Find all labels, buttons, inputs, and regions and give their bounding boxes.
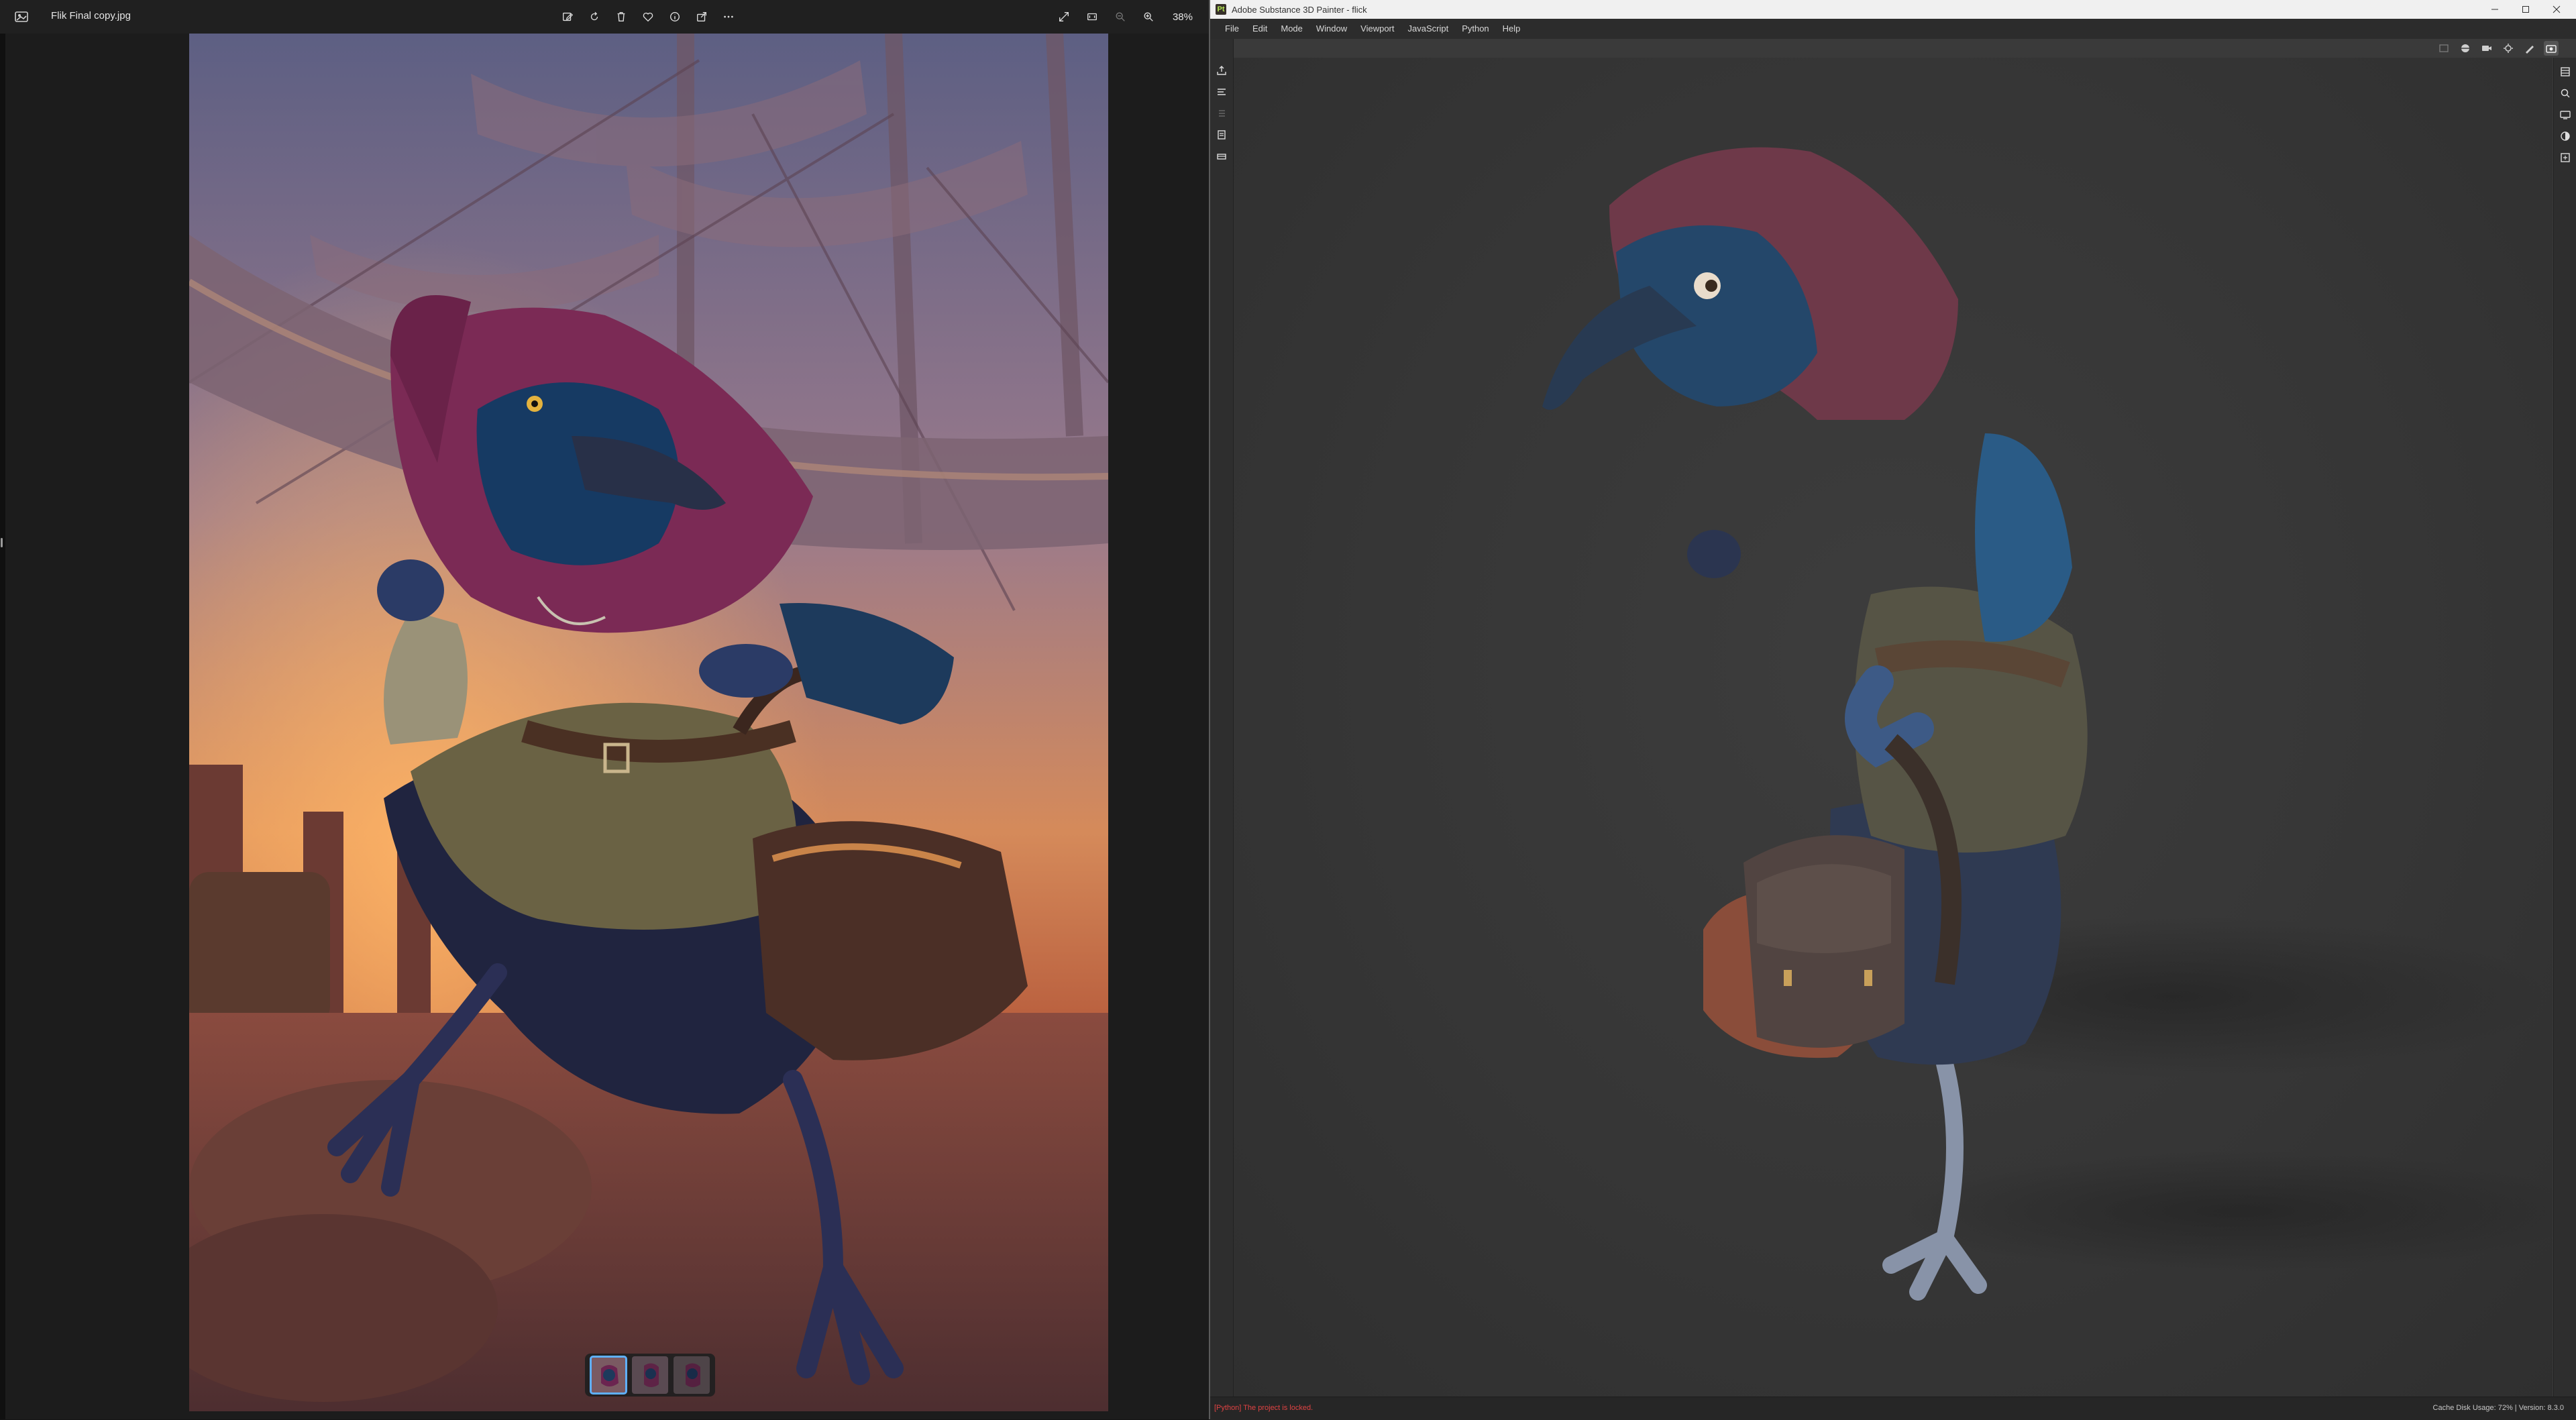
thumbnail-strip [585, 1354, 715, 1397]
menu-python[interactable]: Python [1455, 19, 1495, 39]
window-edge [0, 34, 5, 1419]
menu-javascript[interactable]: JavaScript [1401, 19, 1455, 39]
light-icon[interactable] [2501, 41, 2516, 56]
material-sphere-icon[interactable] [2458, 41, 2473, 56]
close-icon[interactable] [2541, 0, 2572, 19]
viewer-zoom-controls: 38% [1053, 6, 1193, 28]
layers-panel-icon[interactable] [2558, 64, 2573, 79]
resize-handle[interactable] [1, 538, 3, 547]
frame-icon[interactable] [2436, 41, 2451, 56]
info-icon[interactable] [664, 6, 686, 28]
status-message: [Python] The project is locked. [1214, 1404, 1313, 1412]
texture-set-icon[interactable] [2558, 150, 2573, 165]
screenshot-icon[interactable] [2544, 41, 2559, 56]
painter-logo: Pt [1216, 4, 1226, 15]
displayed-image [189, 34, 1108, 1411]
right-panel-shelf [2553, 58, 2576, 1397]
viewport-toolbar [2404, 39, 2559, 58]
display-settings-icon[interactable] [2558, 107, 2573, 122]
file-name: Flik Final copy.jpg [51, 10, 131, 21]
menu-file[interactable]: File [1218, 19, 1246, 39]
menu-edit[interactable]: Edit [1246, 19, 1274, 39]
cache-version-info: Cache Disk Usage: 72% | Version: 8.3.0 [2432, 1404, 2564, 1412]
list-icon[interactable] [1214, 106, 1229, 121]
maximize-icon[interactable] [2510, 0, 2541, 19]
menu-help[interactable]: Help [1496, 19, 1527, 39]
thumbnail[interactable] [674, 1356, 710, 1394]
photo-viewer-window: Flik Final copy.jpg 38% [0, 0, 1209, 1419]
thumbnail[interactable] [632, 1356, 668, 1394]
3d-viewport[interactable] [1234, 58, 2553, 1397]
rotate-icon[interactable] [584, 6, 605, 28]
menu-bar: File Edit Mode Window Viewport JavaScrip… [1210, 19, 2576, 39]
shader-icon[interactable] [2558, 129, 2573, 144]
brush-icon[interactable] [2522, 41, 2537, 56]
thumbnail[interactable] [590, 1356, 627, 1395]
zoom-out-icon[interactable] [1110, 6, 1131, 28]
substance-painter-window: Pt Adobe Substance 3D Painter - flick Fi… [1210, 0, 2576, 1420]
search-icon[interactable] [2558, 86, 2573, 101]
left-tool-shelf [1210, 39, 1234, 1397]
share-icon[interactable] [691, 6, 712, 28]
status-bar: [Python] The project is locked. Cache Di… [1210, 1397, 2576, 1420]
layers-icon[interactable] [1214, 85, 1229, 99]
menu-viewport[interactable]: Viewport [1354, 19, 1401, 39]
menu-mode[interactable]: Mode [1274, 19, 1309, 39]
window-title: Adobe Substance 3D Painter - flick [1232, 5, 1367, 15]
bake-icon[interactable] [1214, 149, 1229, 164]
export-icon[interactable] [1214, 63, 1229, 78]
viewer-title-bar: Flik Final copy.jpg 38% [0, 0, 1209, 34]
document-icon[interactable] [1214, 127, 1229, 142]
fit-icon[interactable] [1081, 6, 1103, 28]
painter-title-bar: Pt Adobe Substance 3D Painter - flick [1210, 0, 2576, 19]
camera-icon[interactable] [2479, 41, 2494, 56]
edit-icon[interactable] [557, 6, 578, 28]
delete-icon[interactable] [610, 6, 632, 28]
viewer-toolbar [557, 6, 739, 28]
menu-window[interactable]: Window [1309, 19, 1354, 39]
minimize-icon[interactable] [2479, 0, 2510, 19]
photos-app-icon [13, 9, 30, 25]
favorite-icon[interactable] [637, 6, 659, 28]
zoom-in-icon[interactable] [1138, 6, 1159, 28]
more-icon[interactable] [718, 6, 739, 28]
fullscreen-icon[interactable] [1053, 6, 1075, 28]
zoom-level: 38% [1172, 11, 1193, 23]
